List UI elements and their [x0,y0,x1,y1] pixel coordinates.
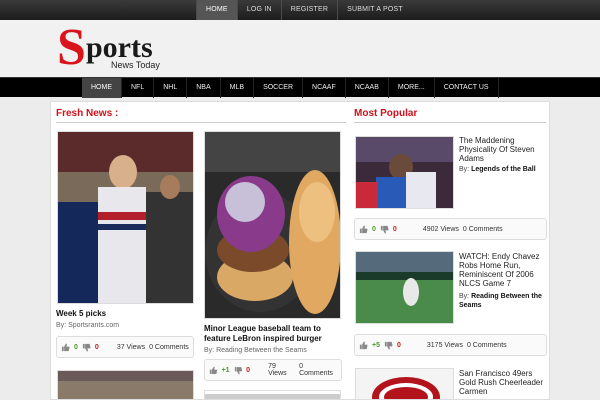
popular-image-1[interactable] [355,136,454,209]
thumbs-up-icon[interactable] [359,224,368,234]
post-image-burger[interactable] [204,131,341,319]
topnav-register[interactable]: REGISTER [280,0,337,20]
thumbs-down-icon[interactable] [380,225,389,234]
logo-letter[interactable]: S [57,22,86,74]
vote-up-count: 0 [372,225,376,233]
vote-down-count: 0 [94,343,99,351]
comment-count[interactable]: 0 Comments [299,363,337,377]
view-count: 4902 Views [422,225,459,233]
nav-soccer[interactable]: SOCCER [254,78,304,98]
fresh-news-rule [56,122,346,123]
post-image-week5[interactable] [57,131,194,304]
thumbs-down-icon[interactable] [234,366,243,375]
next-post-photo [58,371,193,399]
vote-down-count: 0 [246,366,251,374]
logo-tagline: News Today [111,60,160,70]
post-image-next[interactable] [204,390,341,400]
post-author[interactable]: Sportsrants.com [68,322,119,329]
nav-home[interactable]: HOME [82,78,122,98]
nav-nba[interactable]: NBA [187,78,221,98]
top-nav: HOME LOG IN REGISTER SUBMIT A POST [196,0,412,20]
popular-byline: By: Legends of the Ball [459,166,536,173]
post-stats: +1 0 79 Views 0 Comments [204,359,342,381]
vote-down-count: 0 [392,225,397,233]
view-count: 3175 Views [426,341,463,349]
post-author[interactable]: Reading Between the Seams [216,347,307,354]
fresh-news-heading: Fresh News : [56,108,119,119]
vote-down-count: 0 [396,341,401,349]
nav-mlb[interactable]: MLB [221,78,255,98]
topnav-submit-post[interactable]: SUBMIT A POST [337,0,412,20]
most-popular-heading: Most Popular [354,108,418,119]
nav-nfl[interactable]: NFL [122,78,155,98]
post-title[interactable]: Week 5 picks [56,309,196,319]
topnav-login[interactable]: LOG IN [236,0,281,20]
byline-label: By: [459,293,470,300]
thumbs-up-icon[interactable] [61,342,70,352]
top-bar: HOME LOG IN REGISTER SUBMIT A POST [0,0,600,20]
vote-up-count: +1 [221,366,230,374]
popular-title[interactable]: San Francisco 49ers Gold Rush Cheerleade… [459,369,547,396]
popular-image-2[interactable] [355,251,454,324]
main-nav: HOME NFL NHL NBA MLB SOCCER NCAAF NCAAB … [0,77,600,98]
next-post-photo [205,394,340,399]
vote-up-count: +5 [372,341,380,349]
popular-stats: +5 0 3175 Views 0 Comments [354,334,547,356]
nav-ncaaf[interactable]: NCAAF [303,78,346,98]
post-byline: By: Reading Between the Seams [204,347,307,354]
view-count: 79 Views [268,363,287,377]
baseball-photo [356,252,453,323]
nav-more[interactable]: MORE... [389,78,435,98]
popular-byline: By: Reading Between the Seams [459,292,547,310]
thumbs-down-icon[interactable] [384,341,393,350]
byline-label: By: [204,347,215,354]
post-byline: By: Sportsrants.com [56,322,119,329]
post-image-next[interactable] [57,370,194,400]
byline-label: By: [56,322,67,329]
thumbs-down-icon[interactable] [82,343,91,352]
basketball-photo [356,137,453,208]
vote-up-count: 0 [74,343,78,351]
burger-photo [205,132,340,318]
post-stats: 0 0 37 Views 0 Comments [56,336,194,358]
post-title[interactable]: Minor League baseball team to feature Le… [204,324,344,344]
popular-title[interactable]: WATCH: Endy Chavez Robs Home Run, Remini… [459,252,547,288]
comment-count[interactable]: 0 Comments [467,342,507,349]
view-count: 37 Views [116,343,146,351]
popular-author[interactable]: Legends of the Ball [471,166,536,173]
nav-nhl[interactable]: NHL [154,78,188,98]
thumbs-up-icon[interactable] [359,340,368,350]
most-popular-rule [354,122,546,123]
topnav-home[interactable]: HOME [196,0,237,20]
football-photo [58,132,193,303]
popular-stats: 0 0 4902 Views 0 Comments [354,218,547,240]
popular-author[interactable]: Reading Between the Seams [459,293,542,309]
popular-image-3[interactable] [355,368,454,400]
nav-contact-us[interactable]: CONTACT US [435,78,499,98]
nav-ncaab[interactable]: NCAAB [346,78,389,98]
49ers-logo-photo [356,369,453,399]
comment-count[interactable]: 0 Comments [463,226,503,233]
byline-label: By: [459,166,470,173]
thumbs-up-icon[interactable] [209,366,218,375]
comment-count[interactable]: 0 Comments [149,344,189,351]
logo-word[interactable]: ports [86,33,153,63]
popular-title[interactable]: The Maddening Physicality Of Steven Adam… [459,136,547,163]
